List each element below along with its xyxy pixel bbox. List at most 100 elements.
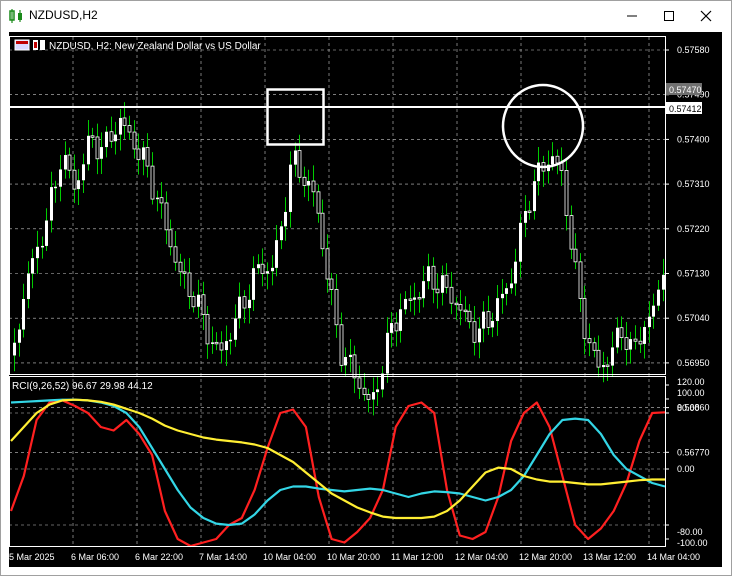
- candle-body: [458, 304, 463, 311]
- candle-body: [82, 164, 85, 181]
- candle-body: [619, 327, 624, 339]
- ellipse-annotation[interactable]: [501, 83, 585, 169]
- candles: [13, 102, 665, 416]
- candle-body: [201, 294, 206, 315]
- candle-body: [404, 298, 407, 310]
- candle-body: [496, 298, 499, 321]
- time-label: 6 Mar 22:00: [135, 552, 183, 562]
- candle-body: [602, 365, 605, 368]
- candle-body: [145, 146, 150, 167]
- mt-chart-window: NZDUSD,H2 NZDUSD, H2: New Zealand Dollar…: [0, 0, 732, 576]
- candle-body: [362, 387, 367, 395]
- candle-body: [624, 337, 629, 350]
- candle-body: [114, 134, 117, 142]
- candle-body: [59, 169, 62, 187]
- candle-body: [225, 341, 228, 351]
- candle-body: [95, 136, 100, 160]
- candle-body: [657, 289, 660, 306]
- candle-body: [280, 226, 283, 241]
- candle-body: [197, 294, 200, 307]
- candle-body: [376, 389, 379, 393]
- chart-area[interactable]: NZDUSD, H2: New Zealand Dollar vs US Dol…: [9, 32, 722, 567]
- candle-body: [472, 321, 477, 343]
- candle-body: [284, 211, 287, 227]
- candle-body: [229, 339, 232, 342]
- time-axis[interactable]: 5 Mar 2025 6 Mar 06:00 6 Mar 22:00 7 Mar 14…: [9, 552, 700, 562]
- time-label: 12 Mar 20:00: [519, 552, 572, 562]
- candle-body: [122, 117, 127, 126]
- minimize-button[interactable]: [615, 1, 649, 31]
- candle-body: [349, 354, 352, 358]
- candle-body: [211, 342, 214, 344]
- candle-body: [159, 197, 164, 204]
- candle-body: [168, 229, 173, 248]
- candle-body: [441, 275, 444, 293]
- candle-body: [164, 202, 169, 231]
- candle-body: [399, 309, 402, 331]
- candle-body: [142, 147, 145, 160]
- rci-tick-label: -100.00: [677, 538, 708, 548]
- candle-body: [252, 268, 255, 300]
- candle-body: [105, 131, 108, 148]
- maximize-icon: [664, 11, 674, 21]
- window-title: NZDUSD,H2: [29, 8, 98, 22]
- candle-body: [302, 176, 307, 186]
- candle-body: [234, 318, 237, 340]
- rci-series-line: [9, 399, 666, 548]
- rci-panel-frame: [9, 376, 666, 547]
- candle-body: [266, 271, 269, 274]
- maximize-button[interactable]: [652, 1, 686, 31]
- candle-body: [90, 135, 95, 138]
- candle-body: [191, 296, 196, 308]
- rci-tick-label: 120.00: [677, 377, 705, 387]
- time-label: 10 Mar 20:00: [327, 552, 380, 562]
- candle-body: [27, 273, 30, 300]
- candle-body: [510, 283, 513, 289]
- candle-body: [45, 220, 48, 246]
- candle-body: [478, 328, 481, 343]
- candle-body: [482, 311, 485, 329]
- candle-body: [219, 342, 224, 351]
- time-label: 12 Mar 04:00: [455, 552, 508, 562]
- chart-canvas[interactable]: NZDUSD, H2: New Zealand Dollar vs US Dol…: [9, 32, 722, 567]
- candle-body: [294, 150, 297, 165]
- candle-body: [629, 339, 632, 350]
- candle-body: [297, 150, 302, 178]
- price-tick-label: 0.57310: [677, 179, 710, 189]
- candle-body: [652, 305, 655, 317]
- candle-body: [454, 302, 459, 306]
- candle-body: [519, 222, 522, 262]
- candle-body: [372, 392, 375, 400]
- candle-body: [150, 165, 155, 200]
- candle-body: [381, 373, 384, 390]
- candle-body: [527, 210, 532, 213]
- candle-body: [390, 323, 393, 333]
- minimize-icon: [627, 15, 637, 17]
- candle-body: [64, 155, 67, 170]
- price-tick-label: 0.56770: [677, 447, 710, 457]
- candle-body: [41, 245, 44, 248]
- candle-body: [339, 324, 344, 366]
- candle-body: [22, 299, 25, 330]
- time-label: 7 Mar 14:00: [199, 552, 247, 562]
- candle-body: [514, 261, 517, 284]
- candle-body: [187, 272, 192, 297]
- candle-body: [320, 212, 325, 250]
- candle-body: [633, 338, 638, 342]
- rci-tick-label: 100.00: [677, 388, 705, 398]
- rectangle-annotation[interactable]: [266, 88, 325, 146]
- candle-body: [156, 197, 159, 200]
- rci-tick-label: -80.00: [677, 527, 703, 537]
- rci-tick-label: 0.00: [677, 464, 695, 474]
- title-bar[interactable]: NZDUSD,H2: [1, 1, 731, 31]
- candle-body: [205, 314, 210, 345]
- price-tick-label: 0.57580: [677, 45, 710, 55]
- chart-symbol-label: NZDUSD, H2: New Zealand Dollar vs US Dol…: [49, 41, 261, 52]
- candle-body: [386, 332, 389, 374]
- candle-body: [275, 240, 278, 268]
- candle-body: [325, 248, 330, 280]
- candle-body: [578, 261, 583, 299]
- candle-body: [394, 322, 399, 332]
- candle-body: [173, 246, 178, 263]
- close-button[interactable]: [689, 1, 723, 31]
